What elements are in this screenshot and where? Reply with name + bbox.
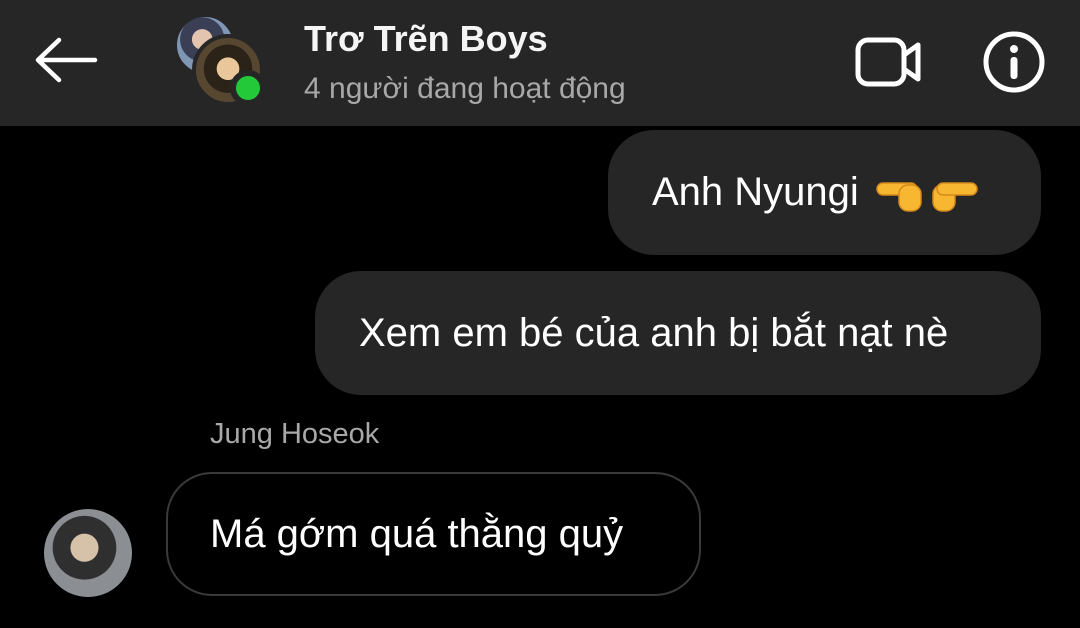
message-bubble-outgoing[interactable]: Anh Nyungi bbox=[608, 130, 1041, 255]
video-call-button[interactable] bbox=[850, 30, 928, 94]
info-circle-icon bbox=[983, 31, 1045, 93]
message-bubble-incoming[interactable]: Má gớm quá thằng quỷ bbox=[166, 472, 701, 596]
pointing-fingers-emoji-icon bbox=[875, 171, 979, 215]
online-status-dot bbox=[230, 70, 266, 106]
message-text: Xem em bé của anh bị bắt nạt nè bbox=[359, 310, 949, 355]
group-title[interactable]: Trơ Trẽn Boys bbox=[304, 18, 548, 60]
arrow-left-icon bbox=[35, 37, 98, 83]
video-camera-icon bbox=[855, 37, 921, 87]
message-bubble-outgoing[interactable]: Xem em bé của anh bị bắt nạt nè bbox=[315, 271, 1041, 395]
message-text: Má gớm quá thằng quỷ bbox=[210, 511, 624, 556]
sender-avatar[interactable] bbox=[44, 509, 132, 597]
chat-screen: Trơ Trẽn Boys 4 người đang hoạt động Anh… bbox=[0, 0, 1080, 628]
sender-name: Jung Hoseok bbox=[210, 418, 380, 450]
message-text: Anh Nyungi bbox=[652, 170, 859, 214]
back-button[interactable] bbox=[26, 27, 102, 93]
active-members-status: 4 người đang hoạt động bbox=[304, 72, 626, 105]
chat-header: Trơ Trẽn Boys 4 người đang hoạt động bbox=[0, 0, 1080, 126]
group-avatar[interactable] bbox=[172, 12, 272, 112]
conversation-info-button[interactable] bbox=[978, 28, 1050, 96]
